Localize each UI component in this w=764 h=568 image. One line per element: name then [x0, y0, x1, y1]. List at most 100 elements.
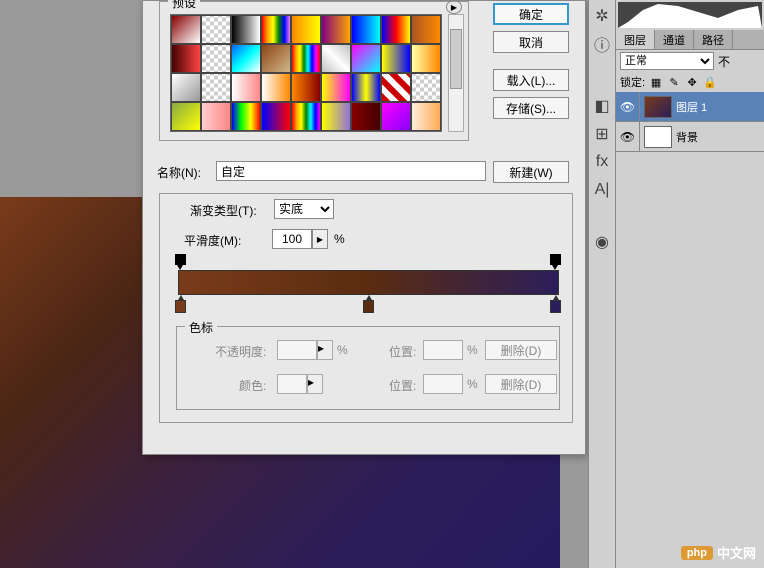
save-button[interactable]: 存储(S)... [493, 97, 569, 119]
lock-transparent-icon[interactable]: ▦ [649, 75, 663, 89]
tab-paths[interactable]: 路径 [694, 30, 733, 49]
character-icon[interactable]: A| [590, 178, 614, 202]
preset-swatch-9[interactable] [171, 44, 201, 73]
layers-list: 👁图层 1👁 背景 [616, 92, 764, 152]
smoothness-input[interactable] [272, 229, 312, 249]
preset-swatch-10[interactable] [201, 44, 231, 73]
color-dropdown: ▸ [307, 374, 323, 394]
name-input[interactable] [216, 161, 486, 181]
preset-swatch-12[interactable] [261, 44, 291, 73]
preset-swatch-32[interactable] [321, 102, 351, 131]
eye-icon[interactable]: 👁 [616, 92, 640, 121]
name-label: 名称(N): [157, 164, 201, 181]
watermark-badge: php [681, 546, 713, 560]
opacity-unit: % [337, 343, 348, 357]
opacity-input [277, 340, 317, 360]
right-toolbar: ✲ ⓘ ◧ ⊞ fx A| ◉ [588, 0, 616, 568]
preset-swatch-11[interactable] [231, 44, 261, 73]
tab-layers[interactable]: 图层 [616, 30, 655, 49]
preset-swatch-6[interactable] [351, 15, 381, 44]
lock-position-icon[interactable]: ✥ [685, 75, 699, 89]
preset-swatch-34[interactable] [381, 102, 411, 131]
navigator-icon[interactable]: ✲ [590, 4, 614, 28]
tab-channels[interactable]: 通道 [655, 30, 694, 49]
presets-scrollbar[interactable] [448, 14, 464, 132]
lock-pixels-icon[interactable]: ✎ [667, 75, 681, 89]
opacity-stop-left[interactable] [175, 254, 186, 265]
presets-menu-icon[interactable]: ▶ [446, 0, 462, 14]
cancel-button[interactable]: 取消 [493, 31, 569, 53]
delete-color-button: 删除(D) [485, 374, 557, 394]
preset-swatch-28[interactable] [201, 102, 231, 131]
preset-swatch-31[interactable] [291, 102, 321, 131]
preset-swatch-24[interactable] [351, 73, 381, 102]
lock-all-icon[interactable]: 🔒 [703, 75, 717, 89]
new-button[interactable]: 新建(W) [493, 161, 569, 183]
camera-icon[interactable]: ◉ [590, 230, 614, 254]
preset-swatch-19[interactable] [201, 73, 231, 102]
preset-swatch-21[interactable] [261, 73, 291, 102]
preset-swatch-30[interactable] [261, 102, 291, 131]
preset-swatch-8[interactable] [411, 15, 441, 44]
watermark-text: 中文网 [717, 543, 756, 562]
color-position-label: 位置: [389, 377, 416, 394]
ok-button[interactable]: 确定 [493, 3, 569, 25]
preset-swatch-17[interactable] [411, 44, 441, 73]
preset-swatch-23[interactable] [321, 73, 351, 102]
preset-swatch-5[interactable] [321, 15, 351, 44]
info-icon[interactable]: ⓘ [590, 32, 614, 56]
panel-tabs: 图层 通道 路径 [616, 30, 764, 50]
preset-swatch-3[interactable] [261, 15, 291, 44]
preset-swatch-0[interactable] [171, 15, 201, 44]
color-stop-3[interactable] [550, 300, 561, 313]
preset-swatch-14[interactable] [321, 44, 351, 73]
preset-swatch-2[interactable] [231, 15, 261, 44]
smoothness-unit: % [334, 232, 345, 246]
preset-swatch-33[interactable] [351, 102, 381, 131]
preset-swatch-15[interactable] [351, 44, 381, 73]
load-button[interactable]: 载入(L)... [493, 69, 569, 91]
opacity-position-label: 位置: [389, 343, 416, 360]
preset-swatch-7[interactable] [381, 15, 411, 44]
opacity-dropdown: ▸ [317, 340, 333, 360]
layer-row-1[interactable]: 👁 背景 [616, 122, 764, 152]
styles-icon[interactable]: fx [590, 150, 614, 174]
preset-swatch-29[interactable] [231, 102, 261, 131]
watermark: php 中文网 [681, 543, 756, 562]
presets-grid [170, 14, 442, 132]
preset-swatch-16[interactable] [381, 44, 411, 73]
smoothness-dropdown-icon[interactable]: ▶ [312, 229, 328, 249]
gradient-bar[interactable] [178, 270, 559, 295]
color-icon[interactable]: ◧ [590, 94, 614, 118]
preset-swatch-18[interactable] [171, 73, 201, 102]
delete-opacity-button: 删除(D) [485, 340, 557, 360]
color-stop-1[interactable] [175, 300, 186, 313]
gradient-settings-group: 渐变类型(T): 实底 平滑度(M): ▶ % 色标 不透明度: ▸ % 位置:… [159, 193, 573, 423]
scroll-thumb[interactable] [450, 29, 462, 89]
color-label: 颜色: [239, 377, 266, 394]
gradient-type-label: 渐变类型(T): [190, 202, 257, 219]
lock-row: 锁定: ▦ ✎ ✥ 🔒 [616, 72, 764, 92]
histogram [618, 2, 762, 28]
preset-swatch-27[interactable] [171, 102, 201, 131]
swatches-icon[interactable]: ⊞ [590, 122, 614, 146]
opacity-partial-label: 不 [718, 53, 730, 70]
lock-label: 锁定: [620, 74, 645, 90]
preset-swatch-26[interactable] [411, 73, 441, 102]
preset-swatch-25[interactable] [381, 73, 411, 102]
preset-swatch-35[interactable] [411, 102, 441, 131]
preset-swatch-20[interactable] [231, 73, 261, 102]
layer-name: 背景 [676, 129, 698, 145]
blend-mode-select[interactable]: 正常 [620, 52, 714, 70]
preset-swatch-22[interactable] [291, 73, 321, 102]
color-stop-2[interactable] [363, 300, 374, 313]
eye-icon[interactable]: 👁 [616, 122, 640, 151]
preset-swatch-4[interactable] [291, 15, 321, 44]
layer-thumb [644, 126, 672, 148]
gradient-type-select[interactable]: 实底 [274, 199, 334, 219]
opacity-stop-right[interactable] [550, 254, 561, 265]
layer-row-0[interactable]: 👁图层 1 [616, 92, 764, 122]
smoothness-label: 平滑度(M): [184, 232, 241, 249]
preset-swatch-13[interactable] [291, 44, 321, 73]
preset-swatch-1[interactable] [201, 15, 231, 44]
